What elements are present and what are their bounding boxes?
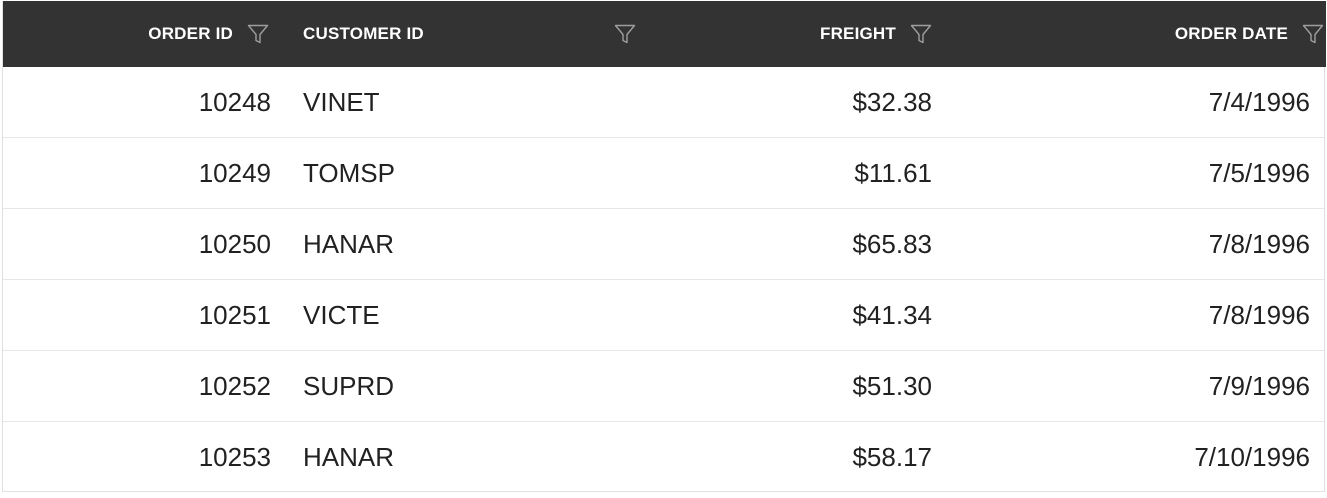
order-date-cell: 7/9/1996	[1208, 370, 1310, 401]
filter-icon[interactable]	[612, 21, 638, 47]
customer-id-cell: HANAR	[303, 228, 395, 259]
order-date-cell: 7/5/1996	[1208, 157, 1310, 188]
order-id-cell: 10249	[198, 157, 271, 188]
freight-cell: $51.30	[852, 370, 932, 401]
table-row[interactable]: 10251 VICTE $41.34 7/8/1996	[3, 280, 1324, 351]
customer-id-cell: VINET	[303, 86, 380, 117]
column-header-order-date[interactable]: ORDER DATE	[952, 1, 1326, 67]
order-id-cell: 10250	[198, 228, 271, 259]
orders-grid: ORDER ID CUSTOMER ID FREIGHT ORDER DATE	[2, 1, 1326, 493]
column-header-customer-id[interactable]: CUSTOMER ID	[285, 1, 652, 67]
order-id-cell: 10248	[198, 86, 271, 117]
column-header-label: ORDER ID	[148, 24, 233, 43]
order-date-cell: 7/4/1996	[1208, 86, 1310, 117]
table-row[interactable]: 10250 HANAR $65.83 7/8/1996	[3, 209, 1324, 280]
table-row[interactable]: 10253 HANAR $58.17 7/10/1996	[3, 422, 1324, 493]
freight-cell: $65.83	[852, 228, 932, 259]
grid-header: ORDER ID CUSTOMER ID FREIGHT ORDER DATE	[3, 1, 1326, 67]
filter-icon[interactable]	[245, 21, 271, 47]
order-id-cell: 10252	[198, 370, 271, 401]
customer-id-cell: HANAR	[303, 441, 395, 472]
customer-id-cell: SUPRD	[303, 370, 395, 401]
customer-id-cell: VICTE	[303, 299, 380, 330]
column-header-label: FREIGHT	[819, 24, 896, 43]
column-header-label: CUSTOMER ID	[303, 24, 424, 43]
order-date-cell: 7/8/1996	[1208, 299, 1310, 330]
filter-icon[interactable]	[908, 21, 934, 47]
column-header-label: ORDER DATE	[1174, 24, 1288, 43]
order-id-cell: 10253	[198, 441, 271, 472]
freight-cell: $11.61	[854, 157, 932, 188]
filter-icon[interactable]	[1300, 21, 1326, 47]
table-row[interactable]: 10252 SUPRD $51.30 7/9/1996	[3, 351, 1324, 422]
order-date-cell: 7/8/1996	[1208, 228, 1310, 259]
freight-cell: $58.17	[852, 441, 932, 472]
table-row[interactable]: 10248 VINET $32.38 7/4/1996	[3, 67, 1324, 138]
freight-cell: $32.38	[852, 86, 932, 117]
order-id-cell: 10251	[198, 299, 271, 330]
customer-id-cell: TOMSP	[303, 157, 395, 188]
freight-cell: $41.34	[852, 299, 932, 330]
column-header-freight[interactable]: FREIGHT	[652, 1, 952, 67]
grid-body: 10248 VINET $32.38 7/4/1996 10249 TOMSP …	[3, 67, 1324, 493]
column-header-order-id[interactable]: ORDER ID	[3, 1, 285, 67]
table-row[interactable]: 10249 TOMSP $11.61 7/5/1996	[3, 138, 1324, 209]
order-date-cell: 7/10/1996	[1194, 441, 1310, 472]
